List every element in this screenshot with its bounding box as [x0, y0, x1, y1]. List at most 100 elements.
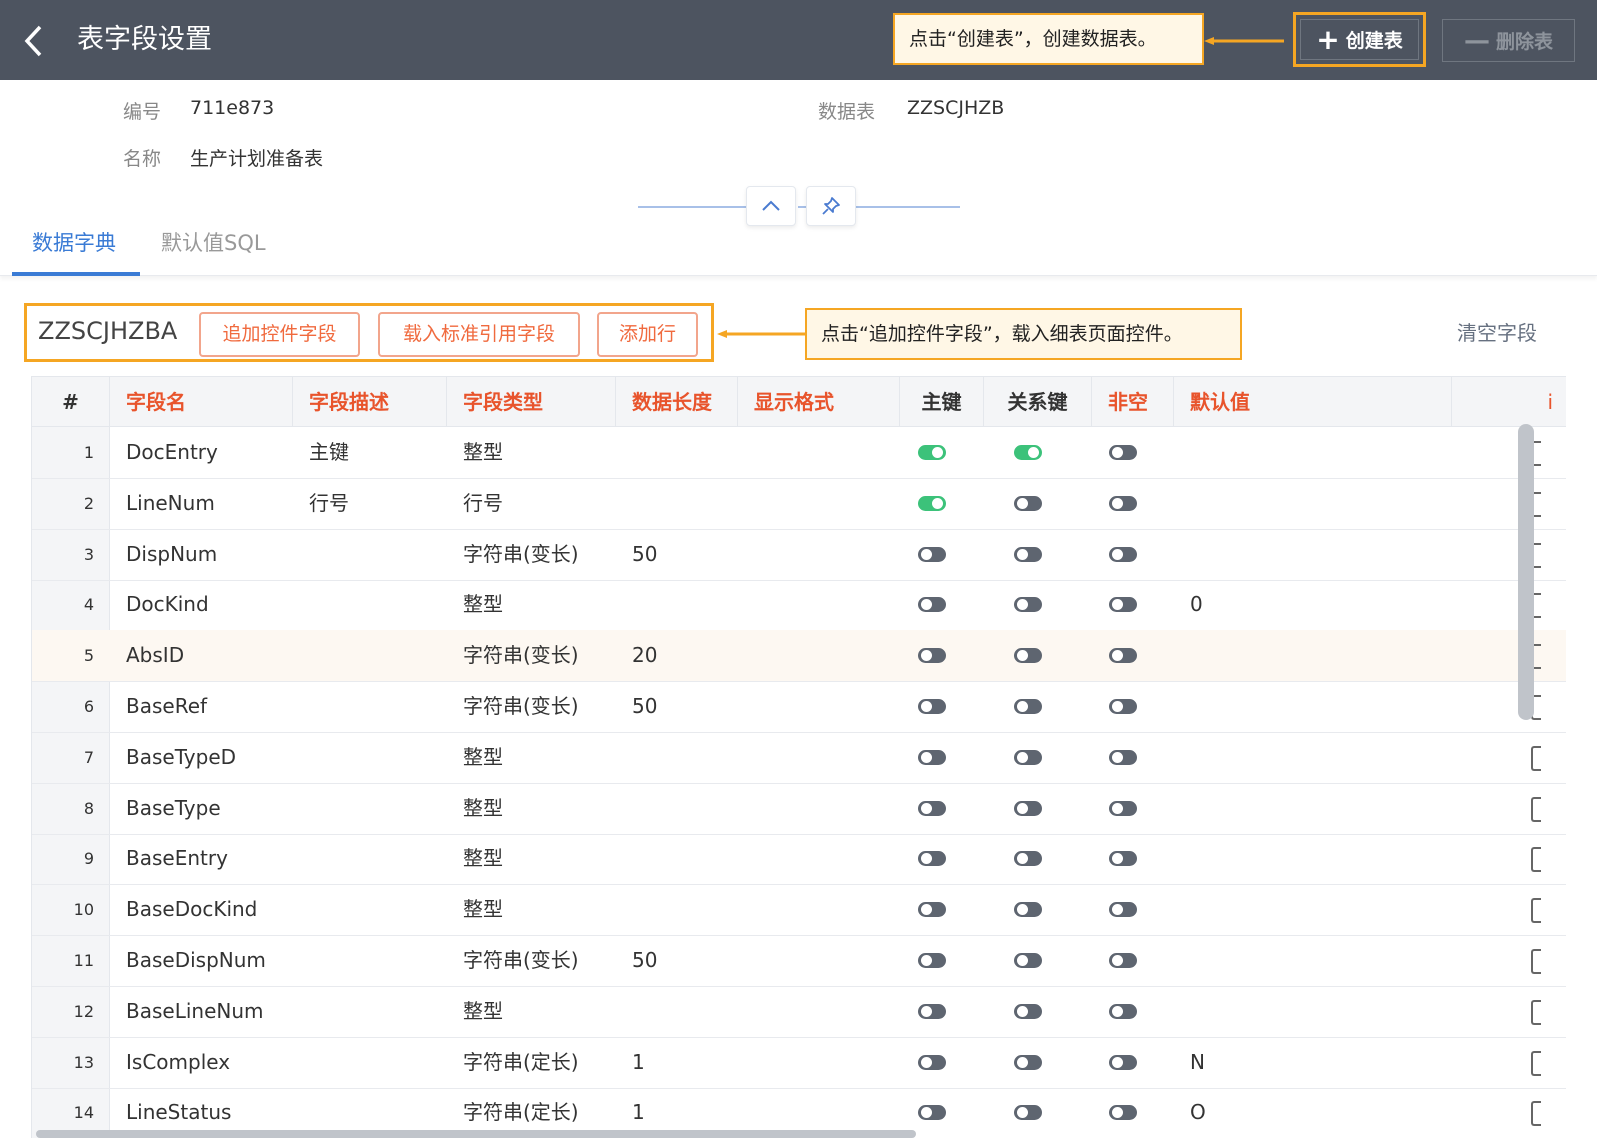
row-action-edge[interactable] [1531, 999, 1541, 1025]
cell-default[interactable]: N [1174, 1037, 1452, 1088]
cell-name[interactable]: AbsID [110, 630, 293, 681]
cell-length[interactable]: 50 [616, 935, 738, 986]
cell-default[interactable] [1174, 732, 1452, 783]
toggle-fk[interactable] [1014, 597, 1042, 613]
load-standard-fields-button[interactable]: 载入标准引用字段 [378, 312, 580, 357]
cell-default[interactable] [1174, 884, 1452, 935]
toggle-notnull[interactable] [1109, 648, 1137, 664]
row-action-edge[interactable] [1531, 796, 1541, 822]
toggle-pk[interactable] [918, 1003, 946, 1019]
toggle-notnull[interactable] [1109, 699, 1137, 714]
cell-desc[interactable]: 行号 [293, 478, 447, 529]
cell-format[interactable] [738, 833, 900, 884]
cell-type[interactable]: 字符串(定长) [447, 1037, 616, 1088]
toggle-notnull[interactable] [1109, 749, 1137, 765]
toggle-fk[interactable] [1014, 1105, 1042, 1121]
toggle-notnull[interactable] [1109, 800, 1137, 816]
cell-length[interactable] [616, 986, 738, 1037]
cell-desc[interactable] [293, 1037, 447, 1088]
toggle-fk[interactable] [1014, 546, 1042, 562]
table-row[interactable]: 1 DocEntry 主键 整型 [32, 427, 1566, 479]
column-header-desc[interactable]: 字段描述 [293, 377, 447, 427]
toggle-notnull[interactable] [1109, 1003, 1137, 1019]
cell-desc[interactable] [293, 732, 447, 783]
cell-default[interactable] [1174, 681, 1452, 732]
cell-type[interactable]: 整型 [447, 833, 616, 884]
toggle-fk[interactable] [1014, 1054, 1042, 1070]
toggle-pk[interactable] [918, 851, 946, 867]
cell-default[interactable] [1174, 986, 1452, 1037]
cell-format[interactable] [738, 732, 900, 783]
toggle-pk[interactable] [918, 445, 946, 460]
cell-name[interactable]: BaseLineNum [110, 986, 293, 1037]
table-row[interactable]: 9 BaseEntry 整型 [32, 833, 1566, 886]
cell-name[interactable]: BaseEntry [110, 833, 293, 884]
cell-name[interactable]: BaseRef [110, 681, 293, 732]
delete-table-button[interactable]: — 删除表 [1442, 19, 1575, 62]
cell-type[interactable]: 字符串(变长) [447, 630, 616, 681]
table-row[interactable]: 4 DocKind 整型 0 [32, 579, 1566, 632]
clear-fields-button[interactable]: 清空字段 [1457, 318, 1537, 348]
cell-type[interactable]: 整型 [447, 783, 616, 834]
cell-format[interactable] [738, 986, 900, 1037]
cell-name[interactable]: DocEntry [110, 427, 293, 478]
column-header-pk[interactable]: 主键 [900, 377, 984, 427]
toggle-pk[interactable] [918, 546, 946, 562]
cell-name[interactable]: DocKind [110, 579, 293, 630]
toggle-pk[interactable] [918, 902, 946, 918]
column-header-idx[interactable]: # [32, 377, 110, 427]
tab-data-dictionary[interactable]: 数据字典 [32, 228, 116, 258]
column-header-type[interactable]: 字段类型 [447, 377, 616, 427]
cell-length[interactable]: 50 [616, 529, 738, 580]
cell-default[interactable]: 0 [1174, 579, 1452, 630]
toggle-notnull[interactable] [1109, 851, 1137, 867]
cell-name[interactable]: IsComplex [110, 1037, 293, 1088]
cell-default[interactable] [1174, 427, 1452, 478]
cell-name[interactable]: LineNum [110, 478, 293, 529]
column-header-fk[interactable]: 关系键 [984, 377, 1092, 427]
cell-format[interactable] [738, 427, 900, 478]
toggle-notnull[interactable] [1109, 1054, 1137, 1070]
cell-format[interactable] [738, 884, 900, 935]
table-row[interactable]: 6 BaseRef 字符串(变长) 50 [32, 681, 1566, 733]
cell-format[interactable] [738, 478, 900, 529]
cell-name[interactable]: BaseDispNum [110, 935, 293, 986]
cell-default[interactable]: O [1174, 1087, 1452, 1138]
cell-name[interactable]: BaseType [110, 783, 293, 834]
add-control-fields-button[interactable]: 追加控件字段 [199, 312, 360, 357]
cell-length[interactable]: 20 [616, 630, 738, 681]
cell-type[interactable]: 整型 [447, 884, 616, 935]
column-header-default[interactable]: 默认值 [1174, 377, 1452, 427]
row-action-edge[interactable] [1531, 847, 1541, 873]
cell-format[interactable] [738, 935, 900, 986]
cell-name[interactable]: BaseDocKind [110, 884, 293, 935]
table-row[interactable]: 8 BaseType 整型 [32, 783, 1566, 835]
cell-format[interactable] [738, 529, 900, 580]
cell-desc[interactable] [293, 884, 447, 935]
horizontal-scrollbar[interactable] [36, 1130, 916, 1138]
toggle-fk[interactable] [1014, 495, 1042, 511]
cell-format[interactable] [738, 681, 900, 732]
toggle-fk[interactable] [1014, 445, 1042, 460]
cell-format[interactable] [738, 630, 900, 681]
column-header-length[interactable]: 数据长度 [616, 377, 738, 427]
cell-type[interactable]: 字符串(变长) [447, 935, 616, 986]
table-row[interactable]: 11 BaseDispNum 字符串(变长) 50 [32, 935, 1566, 987]
cell-default[interactable] [1174, 783, 1452, 834]
row-action-edge[interactable] [1531, 745, 1541, 771]
toggle-notnull[interactable] [1109, 597, 1137, 613]
toggle-pk[interactable] [918, 495, 946, 511]
toggle-notnull[interactable] [1109, 1105, 1137, 1121]
cell-default[interactable] [1174, 478, 1452, 529]
cell-length[interactable] [616, 732, 738, 783]
column-header-notnull[interactable]: 非空 [1092, 377, 1174, 427]
cell-length[interactable] [616, 884, 738, 935]
table-row[interactable]: 12 BaseLineNum 整型 [32, 986, 1566, 1038]
cell-desc[interactable] [293, 783, 447, 834]
table-row[interactable]: 2 LineNum 行号 行号 [32, 478, 1566, 530]
toggle-notnull[interactable] [1109, 902, 1137, 918]
tab-default-sql[interactable]: 默认值SQL [161, 228, 266, 258]
cell-desc[interactable] [293, 986, 447, 1037]
cell-default[interactable] [1174, 529, 1452, 580]
toggle-notnull[interactable] [1109, 546, 1137, 562]
